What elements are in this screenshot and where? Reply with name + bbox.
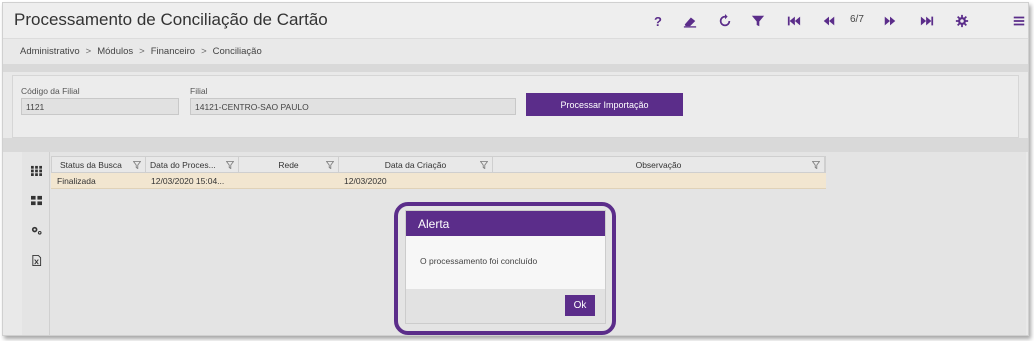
next-page-icon[interactable] — [880, 11, 900, 31]
column-filter-icon[interactable] — [480, 161, 488, 169]
alert-footer: Ok — [406, 289, 605, 323]
column-header[interactable]: Rede — [239, 157, 339, 172]
results-grid: Status da Busca Data do Proces... Rede D… — [51, 156, 826, 189]
breadcrumb-item[interactable]: Financeiro — [151, 46, 195, 57]
menu-icon[interactable] — [1009, 11, 1028, 31]
page-title: Processamento de Conciliação de Cartão — [14, 10, 328, 29]
grid-view-icon[interactable] — [30, 164, 42, 176]
table-row[interactable]: Finalizada 12/03/2020 15:04... 12/03/202… — [51, 173, 826, 189]
first-page-icon[interactable] — [784, 11, 804, 31]
column-header-label: Data do Proces... — [150, 160, 216, 170]
previous-page-icon[interactable] — [819, 11, 839, 31]
alert-title: Alerta — [406, 211, 605, 236]
column-filter-icon[interactable] — [812, 161, 820, 169]
column-header[interactable]: Observação — [493, 157, 825, 172]
column-header[interactable]: Data da Criação — [339, 157, 493, 172]
section-divider — [3, 138, 1028, 152]
branch-code-field[interactable]: 1121 — [21, 98, 179, 115]
table-cell: Finalizada — [57, 176, 96, 186]
alert-dialog: Alerta O processamento foi concluído Ok — [405, 210, 606, 324]
breadcrumb-separator: > — [139, 46, 145, 57]
process-import-button[interactable]: Processar Importação — [526, 93, 683, 116]
table-cell — [492, 173, 824, 188]
column-filter-icon[interactable] — [326, 161, 334, 169]
table-cell: 12/03/2020 — [344, 176, 387, 186]
column-header-label: Observação — [635, 160, 682, 170]
app-window: Processamento de Conciliação de Cartão ?… — [2, 2, 1029, 336]
breadcrumb: Administrativo > Módulos > Financeiro > … — [20, 46, 262, 57]
help-icon[interactable]: ? — [648, 11, 668, 31]
ok-button[interactable]: Ok — [565, 295, 595, 316]
column-header-label: Data da Criação — [384, 160, 447, 170]
table-cell: 12/03/2020 15:04... — [151, 176, 225, 186]
column-filter-icon[interactable] — [133, 161, 141, 169]
column-header[interactable]: Status da Busca — [52, 157, 146, 172]
grid-side-toolbar — [22, 152, 50, 335]
grid-header: Status da Busca Data do Proces... Rede D… — [51, 156, 826, 173]
breadcrumb-separator: > — [201, 46, 207, 57]
last-page-icon[interactable] — [917, 11, 937, 31]
branch-field[interactable]: 14121-CENTRO-SAO PAULO — [190, 98, 516, 115]
breadcrumb-item[interactable]: Conciliação — [213, 46, 262, 57]
export-excel-icon[interactable] — [30, 254, 42, 266]
column-header[interactable]: Data do Proces... — [146, 157, 239, 172]
breadcrumb-separator: > — [85, 46, 92, 57]
column-header-label: Status da Busca — [60, 160, 122, 170]
column-header-label: Rede — [278, 160, 299, 170]
header-bar: Processamento de Conciliação de Cartão ?… — [3, 3, 1028, 39]
branch-label: Filial — [190, 86, 208, 96]
filter-panel: Código da Filial 1121 Filial 14121-CENTR… — [12, 75, 1019, 138]
refresh-icon[interactable] — [715, 11, 735, 31]
settings-gears-icon[interactable] — [30, 224, 42, 236]
settings-icon[interactable] — [952, 11, 972, 31]
help-label: ? — [654, 13, 662, 29]
alert-message: O processamento foi concluído — [406, 236, 605, 291]
column-filter-icon[interactable] — [226, 161, 234, 169]
filter-icon[interactable] — [748, 11, 768, 31]
tiles-view-icon[interactable] — [30, 194, 42, 206]
breadcrumb-item[interactable]: Administrativo — [20, 46, 80, 57]
breadcrumb-item[interactable]: Módulos — [97, 46, 133, 57]
section-divider — [3, 64, 1028, 72]
page-counter: 6/7 — [850, 14, 864, 25]
eraser-icon[interactable] — [680, 11, 700, 31]
branch-code-label: Código da Filial — [21, 86, 80, 96]
table-cell — [238, 173, 338, 188]
